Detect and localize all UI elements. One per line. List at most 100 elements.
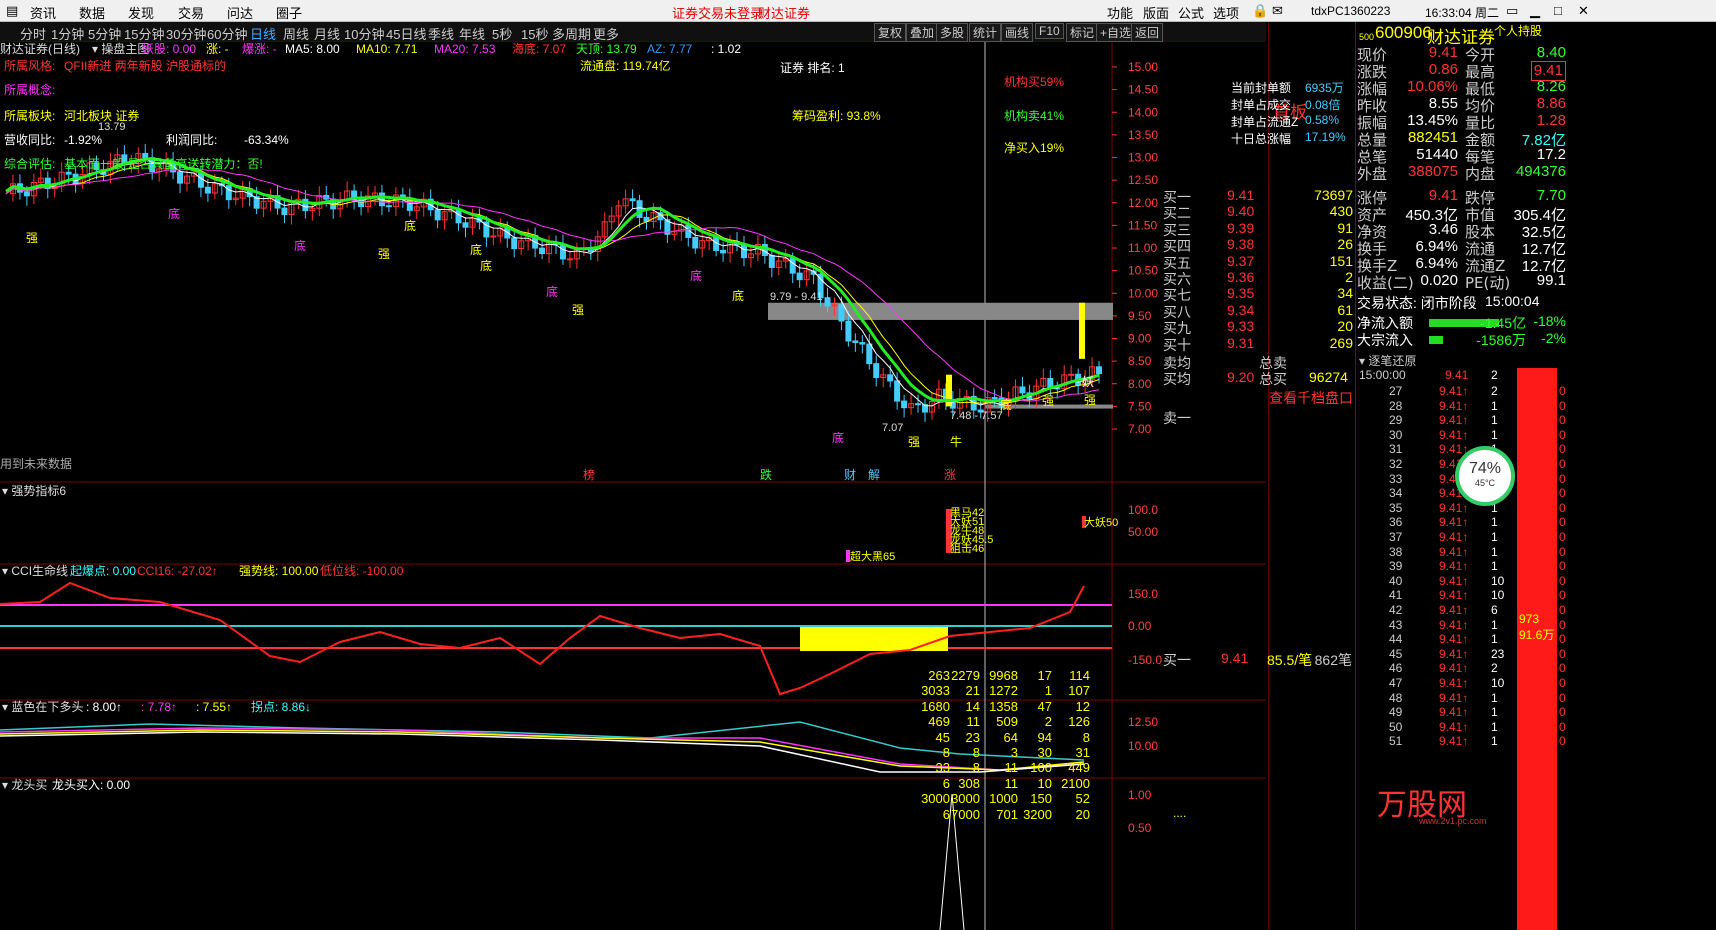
minimize-icon[interactable]: ▁ bbox=[1530, 3, 1540, 19]
broker-name[interactable]: 财达证券 bbox=[758, 3, 810, 22]
period-tab[interactable]: 5秒 bbox=[492, 24, 512, 43]
candle-body bbox=[866, 343, 873, 365]
indicator-tick: 10.00 bbox=[1128, 739, 1158, 753]
info-label: 所属板块: bbox=[4, 109, 55, 123]
menu-options[interactable]: 选项 bbox=[1213, 3, 1239, 22]
event-label: 跌 bbox=[760, 467, 772, 482]
legend-item: 龙头买入: 0.00 bbox=[52, 778, 130, 792]
price-tick-label: 7.00 bbox=[1128, 422, 1152, 436]
menu-function[interactable]: 功能 bbox=[1107, 3, 1133, 22]
legend-item: 天顶: 13.79 bbox=[576, 42, 637, 56]
period-tab[interactable]: 10分钟 bbox=[344, 24, 384, 43]
tick-volume: 1 bbox=[1491, 734, 1498, 749]
candle-body bbox=[740, 244, 747, 259]
inst-buy: 机构买59% bbox=[1004, 74, 1064, 89]
legend-item: 低位线: -100.00 bbox=[320, 563, 404, 578]
price-tick-label: 13.00 bbox=[1128, 151, 1158, 165]
trade-state: 交易状态: 闭市阶段 bbox=[1357, 295, 1477, 311]
period-tab[interactable]: 5分钟 bbox=[88, 24, 121, 43]
queue-cell: 7000 bbox=[951, 806, 980, 822]
period-tab[interactable]: 年线 bbox=[459, 24, 485, 43]
period-tab[interactable]: 月线 bbox=[314, 24, 340, 43]
signal-tag: 强 bbox=[1084, 393, 1096, 407]
formula-name[interactable]: ▾ 操盘主图 bbox=[92, 41, 149, 56]
queue-label: 买一 bbox=[1163, 652, 1191, 668]
queue-cell: 3200 bbox=[1023, 806, 1052, 822]
app-icon[interactable]: ▤ bbox=[6, 3, 18, 19]
gauge-percent: 74% bbox=[1468, 460, 1502, 477]
cpu-gauge[interactable]: 74% 45°C bbox=[1455, 446, 1515, 506]
candle-body bbox=[873, 363, 880, 379]
close-icon[interactable]: ✕ bbox=[1578, 3, 1589, 19]
candle-body bbox=[915, 403, 922, 406]
legend-item: MA10: 7.71 bbox=[356, 42, 418, 56]
menu-trade[interactable]: 交易 bbox=[178, 3, 204, 22]
period-tab[interactable]: 15秒 bbox=[521, 24, 548, 43]
period-tab[interactable]: 周线 bbox=[283, 24, 309, 43]
event-label: 财 bbox=[844, 468, 856, 482]
toolbar-button[interactable]: 标记 bbox=[1066, 23, 1099, 42]
period-tab[interactable]: 日线 bbox=[250, 24, 276, 43]
restore-icon[interactable]: ▭ bbox=[1506, 3, 1518, 19]
toolbar-button[interactable]: +自选 bbox=[1096, 23, 1136, 42]
toolbar-button[interactable]: 画线 bbox=[1001, 23, 1034, 42]
legend-item: 爆涨: - bbox=[242, 42, 277, 56]
menu-circle[interactable]: 圈子 bbox=[276, 3, 302, 22]
signal-tag: 底 bbox=[832, 430, 844, 445]
menu-discover[interactable]: 发现 bbox=[128, 3, 154, 22]
toolbar-button[interactable]: F10 bbox=[1035, 23, 1064, 39]
stat-label: 收益(二) bbox=[1357, 274, 1414, 292]
period-tab[interactable]: 季线 bbox=[428, 24, 454, 43]
period-tab[interactable]: 更多 bbox=[593, 24, 619, 43]
period-tab[interactable]: 1分钟 bbox=[51, 24, 84, 43]
lock-icon[interactable]: 🔒 bbox=[1252, 3, 1268, 19]
legend-item: : 1.02 bbox=[711, 42, 741, 56]
maximize-icon[interactable]: □ bbox=[1554, 3, 1562, 18]
period-tab[interactable]: 60分钟 bbox=[207, 24, 247, 43]
menu-ask[interactable]: 问达 bbox=[227, 3, 253, 22]
candle-body bbox=[796, 272, 803, 281]
indicator-title: ▾ 龙头买 bbox=[2, 778, 47, 792]
period-tab[interactable]: 多周期 bbox=[552, 24, 591, 43]
net-buy: 净买入19% bbox=[1004, 141, 1064, 155]
toolbar-button[interactable]: 复权 bbox=[874, 23, 907, 42]
period-tab[interactable]: 15分钟 bbox=[124, 24, 164, 43]
period-tab[interactable]: 30分钟 bbox=[166, 24, 206, 43]
toolbar-button[interactable]: 统计 bbox=[969, 23, 1002, 42]
clock: 16:33:04 周二 bbox=[1425, 6, 1500, 20]
price-tick-label: 12.00 bbox=[1128, 196, 1158, 210]
menu-formula[interactable]: 公式 bbox=[1178, 3, 1204, 22]
resistance-band bbox=[768, 302, 1113, 320]
price-tick-label: 7.50 bbox=[1128, 399, 1152, 413]
toolbar-button[interactable]: 返回 bbox=[1131, 23, 1164, 42]
legend-item: 海底: 7.07 bbox=[512, 42, 566, 56]
future-note: 用到未来数据 bbox=[0, 456, 72, 471]
chip-profit: 筹码盈利: 93.8% bbox=[792, 109, 881, 123]
period-tab[interactable]: 45日线 bbox=[386, 24, 426, 43]
menu-news[interactable]: 资讯 bbox=[30, 3, 56, 22]
info-label: 所属概念: bbox=[4, 82, 55, 97]
login-notice[interactable]: 证券交易未登录 bbox=[672, 3, 763, 22]
indicator-tick: 100.0 bbox=[1128, 503, 1158, 517]
price-tick-label: 8.50 bbox=[1128, 354, 1152, 368]
low-label: 7.07 bbox=[882, 422, 903, 434]
toolbar-button[interactable]: 叠加 bbox=[906, 23, 939, 42]
menu-layout[interactable]: 版面 bbox=[1143, 3, 1169, 22]
depth-link[interactable]: 查看千档盘口 bbox=[1269, 388, 1353, 408]
chart-title: 财达证券(日线) bbox=[0, 42, 80, 56]
price-tick-label: 10.50 bbox=[1128, 264, 1158, 278]
stat-value: 0.020 bbox=[1420, 272, 1458, 289]
toolbar-button[interactable]: 多股 bbox=[936, 23, 969, 42]
mail-icon[interactable]: ✉ bbox=[1272, 3, 1283, 19]
menu-data[interactable]: 数据 bbox=[79, 3, 105, 22]
legend-item: MA20: 7.53 bbox=[434, 42, 496, 56]
candle-body bbox=[65, 171, 72, 175]
seal-line-value: 17.19% bbox=[1305, 130, 1346, 144]
signal-tag: 强 bbox=[908, 435, 920, 449]
queue-cell: 701 bbox=[996, 806, 1018, 822]
watermark: 万股网 bbox=[1377, 789, 1467, 822]
range-label: 9.79 - 9.41 bbox=[770, 291, 823, 303]
indicator-title: ▾ 强势指标6 bbox=[2, 483, 66, 498]
signal-tag: 底 bbox=[732, 288, 744, 303]
period-tab[interactable]: 分时 bbox=[20, 24, 46, 43]
